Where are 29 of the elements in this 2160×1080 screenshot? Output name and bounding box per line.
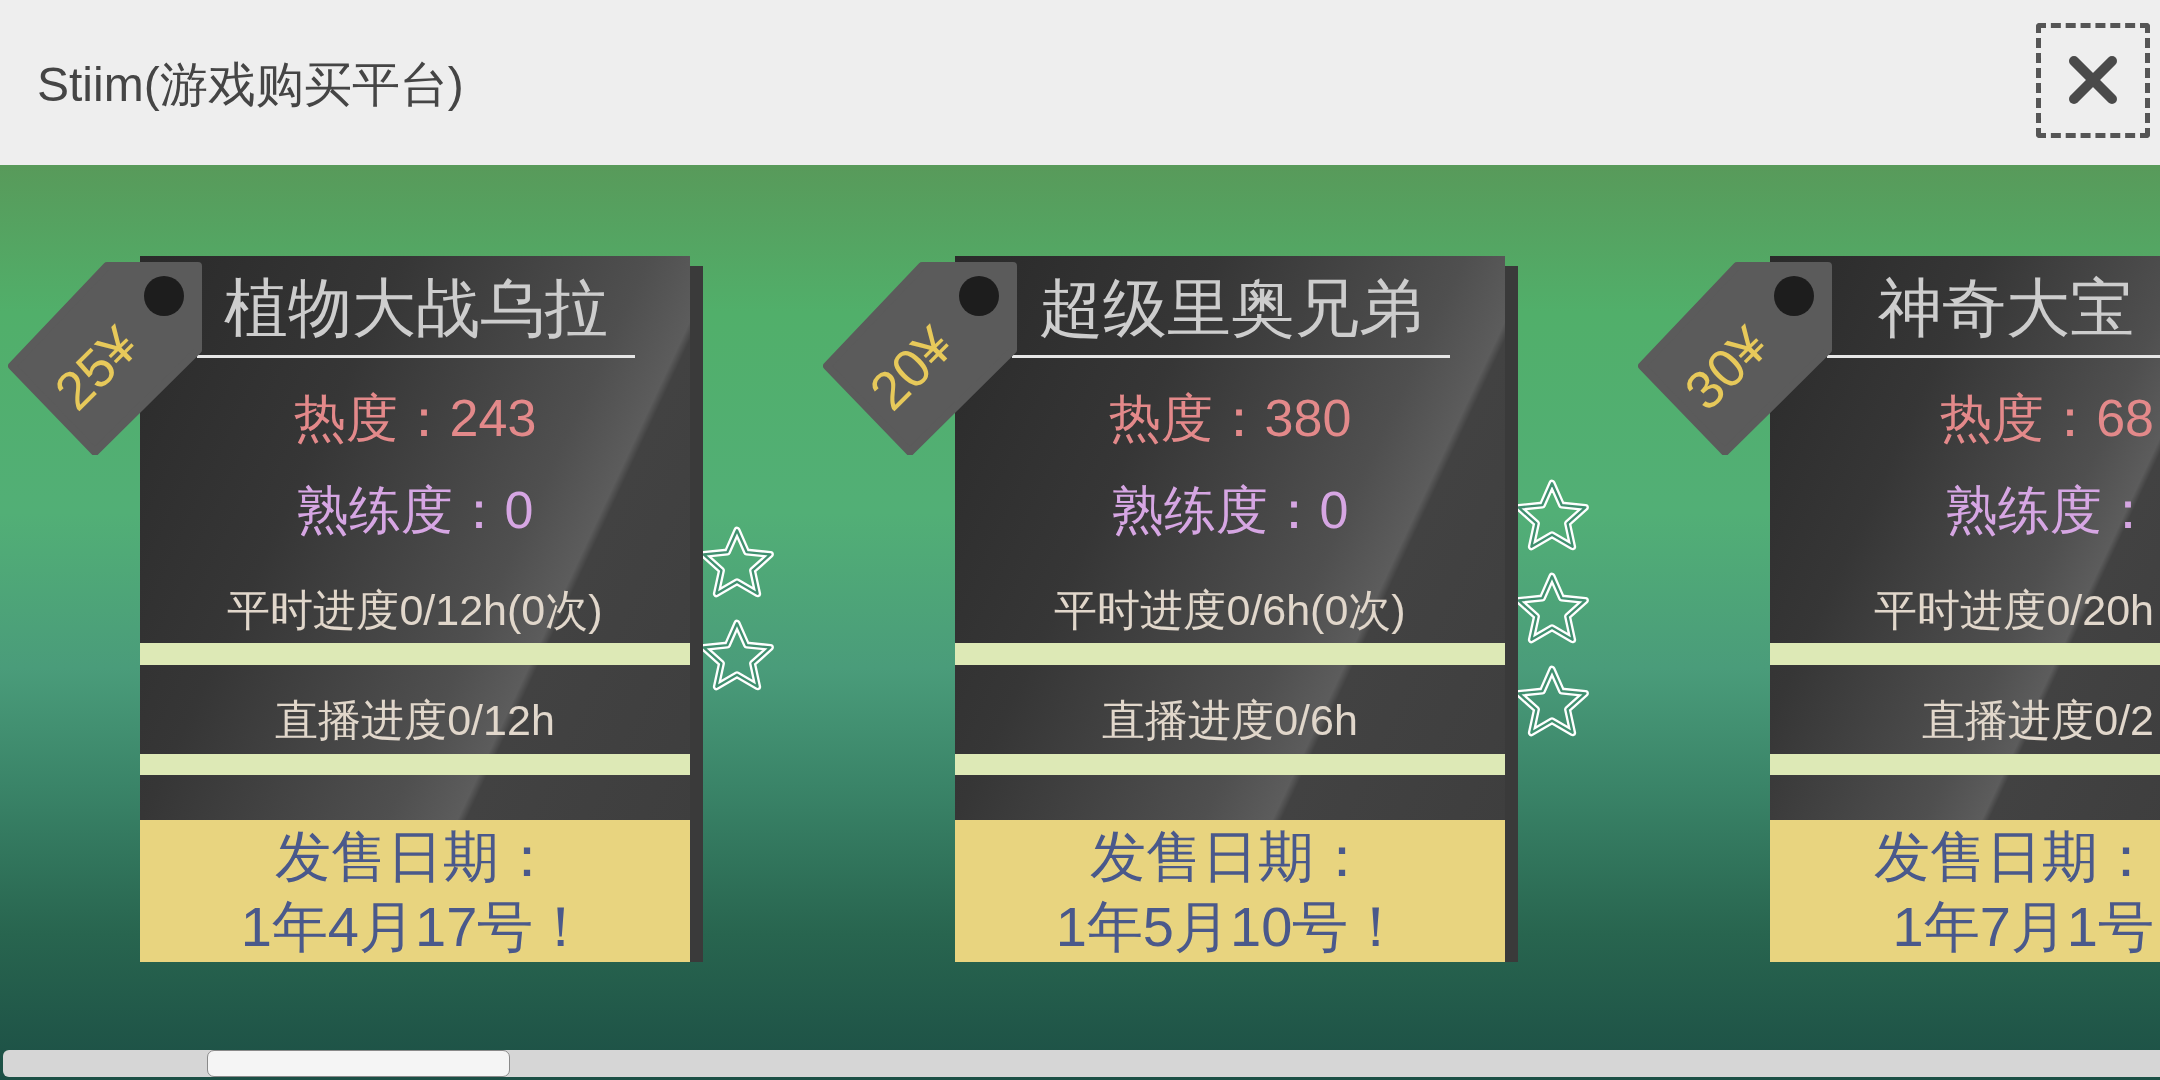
release-date-value: 1年4月17号！ bbox=[240, 894, 590, 960]
game-title: 超级里奥兄弟 bbox=[1039, 271, 1423, 346]
window-title: Stiim(游戏购买平台) bbox=[37, 56, 464, 113]
progress-label: 平时进度0/12h(0次) bbox=[227, 585, 603, 635]
progress-label: 平时进度0/6h(0次) bbox=[1054, 585, 1406, 635]
progress-label: 直播进度0/6h bbox=[1102, 695, 1358, 745]
proficiency-label: 熟练度： bbox=[1946, 480, 2154, 541]
heat-label: 热度：380 bbox=[1108, 388, 1352, 449]
progress-label: 平时进度0/20h bbox=[1874, 585, 2154, 635]
progress-label: 直播进度0/12h bbox=[275, 695, 555, 745]
release-date-label: 发售日期： bbox=[275, 824, 555, 890]
release-date-label: 发售日期： bbox=[1090, 824, 1370, 890]
price-label: 30¥ bbox=[1673, 315, 1779, 421]
heat-label: 热度：68 bbox=[1940, 388, 2154, 449]
price-label: 25¥ bbox=[43, 315, 149, 421]
release-date-value: 1年5月10号！ bbox=[1055, 894, 1405, 960]
proficiency-label: 熟练度：0 bbox=[1111, 480, 1349, 541]
close-icon bbox=[2068, 55, 2118, 105]
release-date-label: 发售日期： bbox=[1874, 824, 2154, 890]
scrollbar-thumb[interactable] bbox=[207, 1050, 510, 1077]
game-title: 植物大战乌拉 bbox=[224, 271, 608, 346]
price-label: 20¥ bbox=[858, 315, 964, 421]
close-button[interactable] bbox=[2036, 22, 2150, 138]
proficiency-label: 熟练度：0 bbox=[296, 480, 534, 541]
heat-label: 热度：243 bbox=[293, 388, 537, 449]
progress-label: 直播进度0/2 bbox=[1922, 695, 2154, 745]
horizontal-scrollbar[interactable] bbox=[3, 1050, 2160, 1077]
game-title: 神奇大宝 bbox=[1878, 271, 2134, 346]
release-date-value: 1年7月1号 bbox=[1892, 894, 2154, 960]
